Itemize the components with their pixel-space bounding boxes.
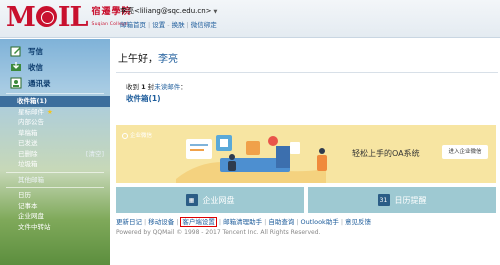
inbox-link[interactable]: 收件箱(1) [126, 93, 161, 104]
unread-mail-link[interactable]: 未读邮件 [154, 83, 180, 91]
link-cleanup-assistant[interactable]: 邮箱清理助手 [223, 218, 262, 226]
chevron-down-icon[interactable]: ▼ [214, 9, 218, 15]
starred-label: 星标邮件 [18, 107, 44, 116]
link-mail-home[interactable]: 邮箱首页 [120, 21, 146, 29]
calendar-reminder-tile[interactable]: 31 日历提醒 [308, 187, 496, 213]
sidebar-item-deleted[interactable]: 已删除 [清空] [0, 149, 110, 160]
top-header: M IL 宿遷學院 Suqian College 李亮<liliang@sqc.e… [0, 0, 500, 38]
compose-icon [10, 45, 22, 57]
banner-illustration [176, 135, 327, 183]
contacts-button[interactable]: 通讯录 [0, 75, 110, 91]
inbox-icon [10, 61, 22, 73]
sidebar-item-other-mailboxes[interactable]: 其他邮箱 [0, 175, 110, 186]
sidebar: 写信 收信 通讯录 收件箱(1) 星标邮件 ★ 内部公告 草稿箱 已发送 已删除 [… [0, 39, 110, 265]
sidebar-item-announcements[interactable]: 内部公告 [0, 117, 110, 128]
link-changelog[interactable]: 更新日记 [116, 218, 142, 226]
sidebar-item-enterprise-disk[interactable]: 企业网盘 [0, 211, 110, 222]
sidebar-item-inbox[interactable]: 收件箱(1) [0, 96, 110, 107]
contacts-label: 通讯录 [28, 78, 51, 88]
greeting: 上午好，李亮 [118, 50, 178, 65]
contacts-icon [10, 77, 22, 89]
enterprise-disk-label: 企业网盘 [202, 195, 235, 205]
banner-slogan: 轻松上手的OA系统 [352, 149, 420, 158]
deleted-label: 已删除 [18, 149, 38, 158]
user-account[interactable]: 李亮<liliang@sqc.edu.cn> ▼ [120, 6, 217, 16]
disk-icon: ▦ [185, 194, 198, 206]
sidebar-item-sent[interactable]: 已发送 [0, 138, 110, 149]
link-feedback[interactable]: 意见反馈 [345, 218, 371, 226]
link-settings[interactable]: 设置 [152, 21, 165, 29]
header-links: 邮箱首页 | 设置 - 换肤 | 微信绑定 [120, 21, 217, 29]
link-skin[interactable]: 换肤 [172, 21, 185, 29]
greeting-text: 上午好， [118, 54, 158, 65]
star-icon: ★ [47, 107, 53, 116]
sidebar-item-spam[interactable]: 垃圾箱 [0, 159, 110, 170]
unread-notice: 收到 1 封未读邮件： [126, 83, 187, 91]
footer-links: 更新日记 | 移动设备 | 客户端设置 | 邮箱清理助手 | 自助查询 | Outlook助手 | 意见… [116, 217, 372, 227]
sidebar-item-notes[interactable]: 记事本 [0, 201, 110, 212]
enter-wework-button[interactable]: 进入企业微信 [442, 145, 488, 159]
compose-label: 写信 [28, 46, 43, 56]
sidebar-item-file-transfer[interactable]: 文件中转站 [0, 222, 110, 233]
calendar-icon: 31 [377, 194, 390, 206]
link-self-service[interactable]: 自助查询 [268, 218, 294, 226]
clear-trash-link[interactable]: [清空] [86, 149, 104, 160]
receive-button[interactable]: 收信 [0, 59, 110, 75]
logo-mark: M IL [6, 2, 89, 33]
wework-logo-icon [122, 132, 128, 139]
link-client-settings[interactable]: 客户端设置 [180, 217, 217, 227]
sidebar-item-calendar[interactable]: 日历 [18, 190, 31, 201]
sidebar-item-drafts[interactable]: 草稿箱 [0, 128, 110, 139]
main-content: 上午好，李亮 收到 1 封未读邮件： 收件箱(1) 企业微信 轻松上手的OA系统… [112, 39, 500, 265]
link-outlook-assistant[interactable]: Outlook助手 [301, 218, 339, 226]
link-mobile[interactable]: 移动设备 [148, 218, 174, 226]
link-wechat-bind[interactable]: 微信绑定 [191, 21, 217, 29]
user-name-link[interactable]: 李亮 [158, 54, 178, 65]
copyright: Powered by QQMail © 1998 - 2017 Tencent … [116, 229, 321, 236]
receive-label: 收信 [28, 62, 43, 72]
wework-banner[interactable]: 企业微信 轻松上手的OA系统 进入企业微信 [116, 125, 496, 183]
user-email: 李亮<liliang@sqc.edu.cn> [120, 7, 212, 15]
compose-button[interactable]: 写信 [0, 43, 110, 59]
logo[interactable]: M IL 宿遷學院 Suqian College [6, 3, 132, 33]
wework-tag: 企业微信 [122, 131, 152, 139]
sidebar-item-starred[interactable]: 星标邮件 ★ [0, 107, 110, 118]
enterprise-disk-tile[interactable]: ▦ 企业网盘 [116, 187, 304, 213]
calendar-reminder-label: 日历提醒 [394, 195, 427, 205]
